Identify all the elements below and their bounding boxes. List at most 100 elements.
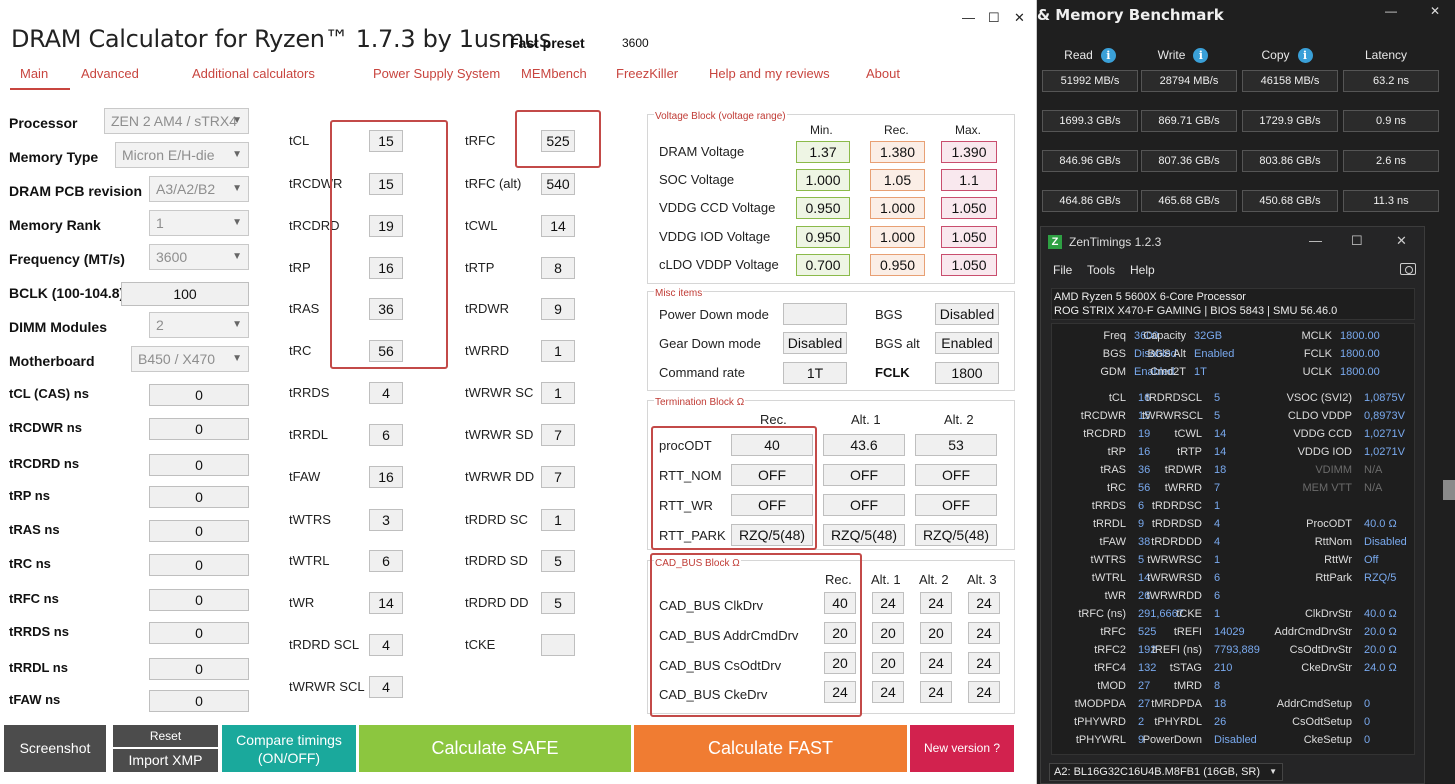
voltage-max-2[interactable]: 1.050 — [941, 197, 997, 219]
power-down-field[interactable] — [783, 303, 847, 325]
info-icon[interactable]: i — [1193, 48, 1209, 64]
tab-help-and-reviews[interactable]: Help and my reviews — [709, 66, 830, 81]
timing-input-11[interactable]: 14 — [369, 592, 403, 614]
cad-value[interactable]: 24 — [968, 592, 1000, 614]
timing-input-r3[interactable]: 8 — [541, 257, 575, 279]
ns-input-9[interactable]: 0 — [149, 690, 249, 712]
ns-input-8[interactable]: 0 — [149, 658, 249, 680]
voltage-rec-2[interactable]: 1.000 — [870, 197, 925, 219]
tab-advanced[interactable]: Advanced — [81, 66, 139, 81]
timing-input-10[interactable]: 6 — [369, 550, 403, 572]
voltage-max-3[interactable]: 1.050 — [941, 226, 997, 248]
cad-value[interactable]: 20 — [920, 622, 952, 644]
timing-input-13[interactable]: 4 — [369, 676, 403, 698]
close-icon[interactable]: ✕ — [1014, 10, 1025, 26]
voltage-min-1[interactable]: 1.000 — [796, 169, 850, 191]
tab-power-supply-system[interactable]: Power Supply System — [373, 66, 500, 81]
dropdown-7[interactable]: B450 / X470 ▼ — [131, 346, 249, 372]
dropdown-0[interactable]: ZEN 2 AM4 / sTRX4 ▼ — [104, 108, 249, 134]
termination-value[interactable]: 53 — [915, 434, 997, 456]
command-rate-field[interactable]: 1T — [783, 362, 847, 384]
voltage-min-2[interactable]: 0.950 — [796, 197, 850, 219]
cad-value[interactable]: 24 — [968, 622, 1000, 644]
dropdown-6[interactable]: 2 ▼ — [149, 312, 249, 338]
timing-input-r12[interactable] — [541, 634, 575, 656]
timing-input-r2[interactable]: 14 — [541, 215, 575, 237]
timing-input-r6[interactable]: 1 — [541, 382, 575, 404]
ns-input-6[interactable]: 0 — [149, 589, 249, 611]
info-icon[interactable]: i — [1297, 48, 1313, 64]
tab-main[interactable]: Main — [20, 66, 48, 81]
ns-input-7[interactable]: 0 — [149, 622, 249, 644]
tab-about[interactable]: About — [866, 66, 900, 81]
voltage-min-4[interactable]: 0.700 — [796, 254, 850, 276]
cad-value[interactable]: 20 — [872, 652, 904, 674]
bgs-field[interactable]: Disabled — [935, 303, 999, 325]
compare-timings-button[interactable]: Compare timings (ON/OFF) — [222, 725, 356, 772]
gear-down-field[interactable]: Disabled — [783, 332, 847, 354]
timing-input-r5[interactable]: 1 — [541, 340, 575, 362]
cad-value[interactable]: 24 — [968, 681, 1000, 703]
bclk-input[interactable]: 100 — [121, 282, 249, 306]
voltage-rec-0[interactable]: 1.380 — [870, 141, 925, 163]
timing-input-8[interactable]: 16 — [369, 466, 403, 488]
close-icon[interactable]: ✕ — [1396, 233, 1407, 249]
voltage-max-4[interactable]: 1.050 — [941, 254, 997, 276]
calculate-fast-button[interactable]: Calculate FAST — [634, 725, 907, 772]
tab-additional-calculators[interactable]: Additional calculators — [192, 66, 315, 81]
menu-file[interactable]: File — [1053, 263, 1072, 277]
minimize-icon[interactable]: — — [1382, 4, 1400, 20]
timing-input-6[interactable]: 4 — [369, 382, 403, 404]
termination-value[interactable]: OFF — [915, 494, 997, 516]
menu-help[interactable]: Help — [1130, 263, 1155, 277]
termination-value[interactable]: OFF — [915, 464, 997, 486]
timing-input-r9[interactable]: 1 — [541, 509, 575, 531]
timing-input-r4[interactable]: 9 — [541, 298, 575, 320]
voltage-rec-3[interactable]: 1.000 — [870, 226, 925, 248]
dropdown-1[interactable]: Micron E/H-die ▼ — [115, 142, 249, 168]
ns-input-4[interactable]: 0 — [149, 520, 249, 542]
timing-input-r1[interactable]: 540 — [541, 173, 575, 195]
timing-input-12[interactable]: 4 — [369, 634, 403, 656]
ns-input-5[interactable]: 0 — [149, 554, 249, 576]
minimize-icon[interactable]: — — [1309, 233, 1322, 248]
fclk-field[interactable]: 1800 — [935, 362, 999, 384]
tab-membench[interactable]: MEMbench — [521, 66, 587, 81]
screenshot-button[interactable]: Screenshot — [4, 725, 106, 772]
termination-value[interactable]: RZQ/5(48) — [823, 524, 905, 546]
voltage-max-1[interactable]: 1.1 — [941, 169, 997, 191]
timing-input-r11[interactable]: 5 — [541, 592, 575, 614]
cad-value[interactable]: 24 — [920, 592, 952, 614]
voltage-rec-1[interactable]: 1.05 — [870, 169, 925, 191]
voltage-min-0[interactable]: 1.37 — [796, 141, 850, 163]
maximize-icon[interactable]: ☐ — [1351, 233, 1363, 249]
dropdown-2[interactable]: A3/A2/B2 ▼ — [149, 176, 249, 202]
dimm-select[interactable]: A2: BL16G32C16U4B.M8FB1 (16GB, SR) — [1049, 763, 1283, 781]
screenshot-camera-icon[interactable] — [1400, 263, 1416, 275]
voltage-rec-4[interactable]: 0.950 — [870, 254, 925, 276]
timing-input-9[interactable]: 3 — [369, 509, 403, 531]
menu-tools[interactable]: Tools — [1087, 263, 1115, 277]
reset-button[interactable]: Reset — [113, 725, 218, 747]
cad-value[interactable]: 20 — [872, 622, 904, 644]
ns-input-2[interactable]: 0 — [149, 454, 249, 476]
termination-value[interactable]: RZQ/5(48) — [915, 524, 997, 546]
timing-input-7[interactable]: 6 — [369, 424, 403, 446]
voltage-max-0[interactable]: 1.390 — [941, 141, 997, 163]
import-xmp-button[interactable]: Import XMP — [113, 749, 218, 772]
ns-input-3[interactable]: 0 — [149, 486, 249, 508]
ns-input-1[interactable]: 0 — [149, 418, 249, 440]
minimize-icon[interactable]: — — [962, 10, 975, 25]
new-version-button[interactable]: New version ? — [910, 725, 1014, 772]
cad-value[interactable]: 24 — [920, 681, 952, 703]
dropdown-3[interactable]: 1 ▼ — [149, 210, 249, 236]
termination-value[interactable]: OFF — [823, 494, 905, 516]
cad-value[interactable]: 24 — [920, 652, 952, 674]
voltage-min-3[interactable]: 0.950 — [796, 226, 850, 248]
scrollbar[interactable] — [1443, 480, 1455, 500]
timing-input-r8[interactable]: 7 — [541, 466, 575, 488]
termination-value[interactable]: OFF — [823, 464, 905, 486]
info-icon[interactable]: i — [1100, 48, 1116, 64]
bgs-alt-field[interactable]: Enabled — [935, 332, 999, 354]
calculate-safe-button[interactable]: Calculate SAFE — [359, 725, 631, 772]
